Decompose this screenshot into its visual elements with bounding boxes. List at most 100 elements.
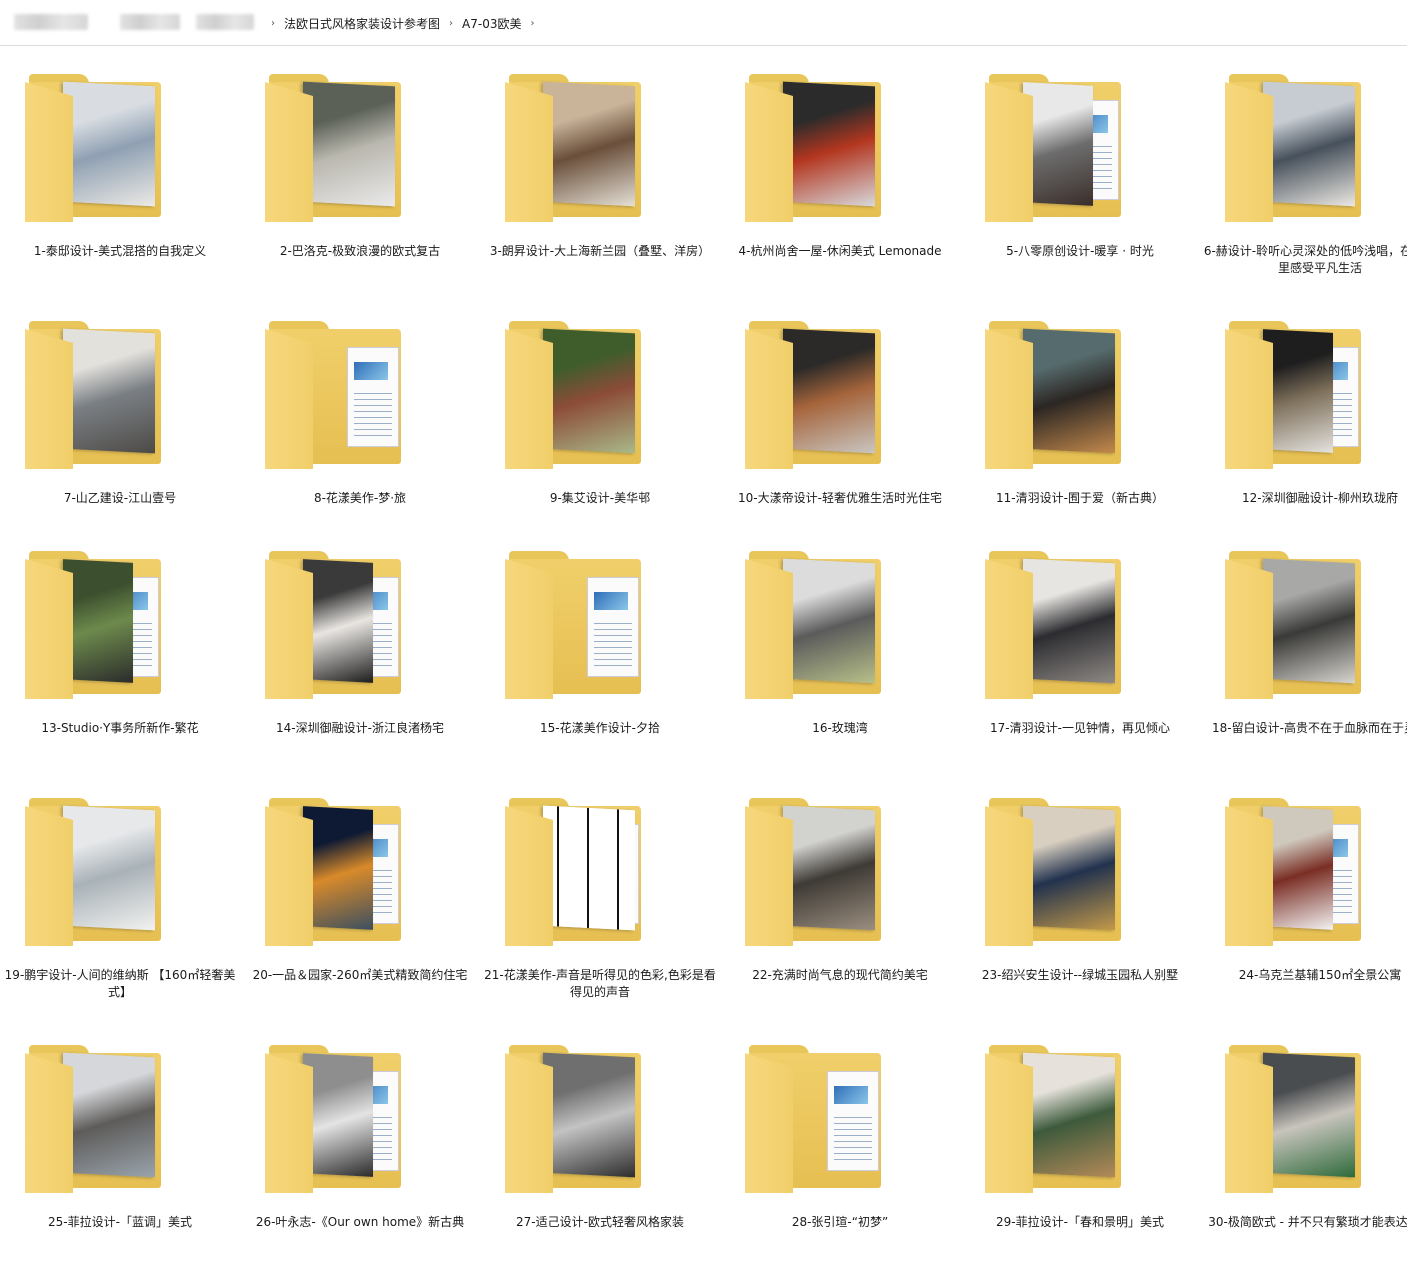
chevron-right-icon[interactable]: › <box>530 18 534 29</box>
folder-item[interactable]: 16-玫瑰湾 <box>720 523 960 769</box>
folder-item[interactable]: 9-集艾设计-美华邨 <box>480 293 720 539</box>
folder-label: 1-泰邸设计-美式混搭的自我定义 <box>33 244 207 258</box>
folder-label: 4-杭州尚舍一屋-休闲美式 Lemonade <box>738 244 942 258</box>
photo-thumbnail <box>63 805 155 931</box>
folder-item[interactable]: 18-留白设计-高贵不在于血脉而在于灵魂 <box>1200 523 1407 769</box>
folder-icon <box>265 798 425 946</box>
folder-label: 26-叶永志-《Our own home》新古典 <box>255 1215 465 1229</box>
folder-item[interactable]: 29-菲拉设计-「春和景明」美式 <box>960 1017 1200 1263</box>
folder-icon <box>1225 321 1385 469</box>
photo-thumbnail <box>303 1053 373 1177</box>
folder-item[interactable]: 15-花漾美作设计-夕拾 <box>480 523 720 769</box>
photo-thumbnail <box>543 1052 635 1178</box>
folder-label: 22-充满时尚气息的现代简约美宅 <box>752 968 928 982</box>
folder-icon <box>985 74 1145 222</box>
photo-thumbnail <box>1023 805 1115 931</box>
address-bar[interactable]: › 法欧日式风格家装设计参考图 › A7-03欧美 › <box>0 0 1407 46</box>
folder-label: 12-深圳御融设计-柳州玖珑府 <box>1242 491 1398 505</box>
folder-icon <box>505 798 665 946</box>
folder-label: 14-深圳御融设计-浙江良渚杨宅 <box>276 721 444 735</box>
floor-plan-thumbnail <box>543 805 635 931</box>
photo-thumbnail <box>783 328 875 454</box>
photo-thumbnail <box>303 806 373 930</box>
folder-item[interactable]: 3-朗昇设计-大上海新兰园（叠墅、洋房） <box>480 46 720 292</box>
folder-item[interactable]: 7-山乙建设-江山壹号 <box>0 293 240 539</box>
photo-thumbnail <box>783 805 875 931</box>
folder-label: 18-留白设计-高贵不在于血脉而在于灵魂 <box>1212 721 1407 735</box>
folder-item[interactable]: 17-清羽设计-一见钟情，再见倾心 <box>960 523 1200 769</box>
blurred-path-segment <box>14 14 88 30</box>
folder-icon <box>25 321 185 469</box>
photo-thumbnail <box>543 328 635 454</box>
chevron-right-icon: › <box>271 18 275 29</box>
folder-item[interactable]: 30-极简欧式 - 并不只有繁琐才能表达欧式 <box>1200 1017 1407 1263</box>
folder-label: 9-集艾设计-美华邨 <box>549 491 651 505</box>
folder-item[interactable]: 13-Studio·Y事务所新作-繁花 <box>0 523 240 769</box>
folder-icon <box>505 551 665 699</box>
folder-item[interactable]: 5-八零原创设计-暖享 · 时光 <box>960 46 1200 292</box>
folder-item[interactable]: 6-赫设计-聆听心灵深处的低吟浅唱，在旋律里感受平凡生活 <box>1200 46 1407 292</box>
photo-thumbnail <box>1263 806 1333 930</box>
folder-label: 27-适己设计-欧式轻奢风格家装 <box>516 1215 684 1229</box>
folder-icon <box>745 74 905 222</box>
blurred-path-segment <box>120 14 180 30</box>
folder-item[interactable]: 10-大漾帝设计-轻奢优雅生活时光住宅 <box>720 293 960 539</box>
folder-label: 8-花漾美作-梦·旅 <box>313 491 407 505</box>
folder-icon <box>265 74 425 222</box>
folder-icon <box>745 1045 905 1193</box>
folder-icon <box>505 74 665 222</box>
folder-icon <box>1225 798 1385 946</box>
breadcrumb-item-current[interactable]: A7-03欧美 <box>462 15 521 32</box>
folder-icon <box>265 1045 425 1193</box>
folder-item[interactable]: 21-花漾美作-声音是听得见的色彩,色彩是看得见的声音 <box>480 770 720 1016</box>
folder-icon <box>985 321 1145 469</box>
folder-label: 15-花漾美作设计-夕拾 <box>540 721 660 735</box>
folder-item[interactable]: 12-深圳御融设计-柳州玖珑府 <box>1200 293 1407 539</box>
folder-label: 21-花漾美作-声音是听得见的色彩,色彩是看得见的声音 <box>484 968 716 999</box>
photo-thumbnail <box>1023 328 1115 454</box>
blurred-path-segment <box>196 14 254 30</box>
folder-item[interactable]: 8-花漾美作-梦·旅 <box>240 293 480 539</box>
folder-item[interactable]: 24-乌克兰基辅150㎡全景公寓 <box>1200 770 1407 1016</box>
folder-label: 16-玫瑰湾 <box>812 721 868 735</box>
photo-thumbnail <box>303 559 373 683</box>
folder-item[interactable]: 14-深圳御融设计-浙江良渚杨宅 <box>240 523 480 769</box>
chevron-right-icon[interactable]: › <box>449 18 453 29</box>
folder-icon <box>265 321 425 469</box>
photo-thumbnail <box>783 81 875 207</box>
photo-thumbnail <box>1263 558 1355 684</box>
photo-thumbnail <box>1023 82 1093 206</box>
folder-item[interactable]: 23-绍兴安生设计--绿城玉园私人别墅 <box>960 770 1200 1016</box>
folder-item[interactable]: 28-张引瑄-“初梦” <box>720 1017 960 1263</box>
folder-item[interactable]: 22-充满时尚气息的现代简约美宅 <box>720 770 960 1016</box>
photo-thumbnail <box>63 328 155 454</box>
folder-item[interactable]: 19-鹏宇设计-人间的维纳斯 【160㎡轻奢美式】 <box>0 770 240 1016</box>
folder-item[interactable]: 26-叶永志-《Our own home》新古典 <box>240 1017 480 1263</box>
folder-label: 24-乌克兰基辅150㎡全景公寓 <box>1238 968 1402 982</box>
folder-item[interactable]: 1-泰邸设计-美式混搭的自我定义 <box>0 46 240 292</box>
folder-item[interactable]: 2-巴洛克-极致浪漫的欧式复古 <box>240 46 480 292</box>
photo-thumbnail <box>1263 81 1355 207</box>
folder-icon <box>505 1045 665 1193</box>
photo-thumbnail <box>303 81 395 207</box>
folder-label: 3-朗昇设计-大上海新兰园（叠墅、洋房） <box>489 244 711 258</box>
folder-label: 13-Studio·Y事务所新作-繁花 <box>41 721 199 735</box>
folder-label: 30-极简欧式 - 并不只有繁琐才能表达欧式 <box>1208 1215 1407 1229</box>
folder-label: 19-鹏宇设计-人间的维纳斯 【160㎡轻奢美式】 <box>4 968 236 999</box>
folder-item[interactable]: 27-适己设计-欧式轻奢风格家装 <box>480 1017 720 1263</box>
breadcrumb: › 法欧日式风格家装设计参考图 › A7-03欧美 › <box>262 15 543 32</box>
document-thumbnail <box>587 577 639 677</box>
folder-icon <box>505 321 665 469</box>
folder-item[interactable]: 25-菲拉设计-「蓝调」美式 <box>0 1017 240 1263</box>
folder-label: 5-八零原创设计-暖享 · 时光 <box>1006 244 1154 258</box>
folder-label: 17-清羽设计-一见钟情，再见倾心 <box>990 721 1170 735</box>
folder-icon <box>25 1045 185 1193</box>
folder-icon <box>1225 74 1385 222</box>
folder-icon <box>745 321 905 469</box>
breadcrumb-item[interactable]: 法欧日式风格家装设计参考图 <box>284 15 440 32</box>
photo-thumbnail <box>63 559 133 683</box>
folder-item[interactable]: 20-一品＆园家-260㎡美式精致简约住宅 <box>240 770 480 1016</box>
folder-label: 23-绍兴安生设计--绿城玉园私人别墅 <box>981 968 1179 982</box>
folder-item[interactable]: 11-清羽设计-囿于爱（新古典） <box>960 293 1200 539</box>
folder-item[interactable]: 4-杭州尚舍一屋-休闲美式 Lemonade <box>720 46 960 292</box>
